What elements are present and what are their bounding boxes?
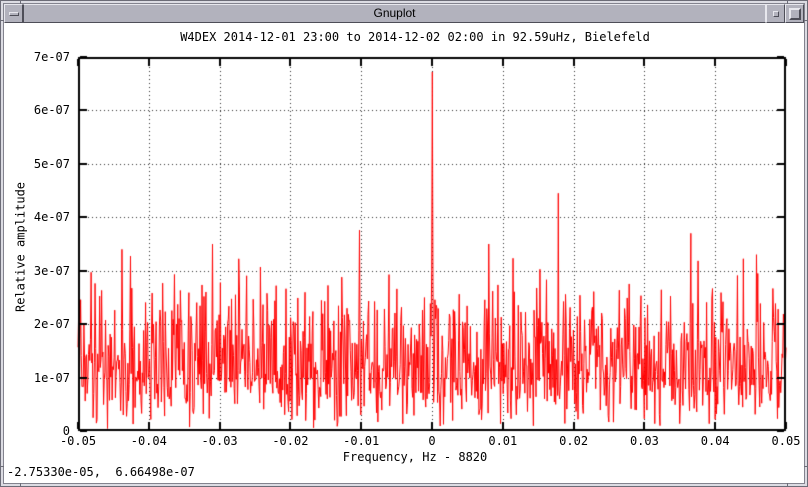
- y-tick-label: 6e-07: [0, 103, 70, 117]
- frame-notch[interactable]: [0, 466, 4, 467]
- frame-notch[interactable]: [20, 483, 21, 487]
- x-tick-label: 0.04: [685, 434, 745, 448]
- frame-notch[interactable]: [804, 466, 808, 467]
- x-tick-label: -0.04: [119, 434, 179, 448]
- x-tick-label: 0.03: [614, 434, 674, 448]
- x-tick-label: 0.01: [473, 434, 533, 448]
- frame-notch[interactable]: [0, 20, 4, 21]
- window-menu-dash-icon: [9, 12, 19, 16]
- window-titlebar[interactable]: Gnuplot: [4, 4, 804, 23]
- plot-canvas[interactable]: [0, 0, 808, 487]
- window-title: Gnuplot: [23, 4, 766, 23]
- iconify-icon: [773, 11, 779, 17]
- gnuplot-window: Gnuplot W4DEX 2014-12-01 23:00 to 2014-1…: [0, 0, 808, 487]
- y-axis-label: Relative amplitude: [15, 182, 28, 312]
- x-tick-label: -0.02: [260, 434, 320, 448]
- cursor-coordinates: -2.75330e-05, 6.66498e-07: [7, 466, 195, 479]
- x-axis-label: Frequency, Hz - 8820: [61, 451, 769, 464]
- plot-title: W4DEX 2014-12-01 23:00 to 2014-12-02 02:…: [61, 31, 769, 44]
- x-tick-label: 0: [402, 434, 462, 448]
- x-tick-label: -0.01: [331, 434, 391, 448]
- iconify-button[interactable]: [766, 4, 785, 23]
- y-tick-label: 7e-07: [0, 50, 70, 64]
- y-tick-label: 2e-07: [0, 317, 70, 331]
- window-menu-button[interactable]: [4, 4, 23, 23]
- frame-notch[interactable]: [787, 0, 788, 4]
- y-tick-label: 4e-07: [0, 210, 70, 224]
- maximize-icon: [789, 8, 801, 20]
- y-tick-label: 5e-07: [0, 157, 70, 171]
- x-tick-label: 0.05: [756, 434, 808, 448]
- y-tick-label: 1e-07: [0, 371, 70, 385]
- frame-notch[interactable]: [20, 0, 21, 4]
- frame-notch[interactable]: [804, 20, 808, 21]
- x-tick-label: -0.03: [190, 434, 250, 448]
- frame-notch[interactable]: [787, 483, 788, 487]
- y-tick-label: 3e-07: [0, 264, 70, 278]
- maximize-button[interactable]: [785, 4, 804, 23]
- y-tick-label: 0: [0, 424, 70, 438]
- x-tick-label: 0.02: [544, 434, 604, 448]
